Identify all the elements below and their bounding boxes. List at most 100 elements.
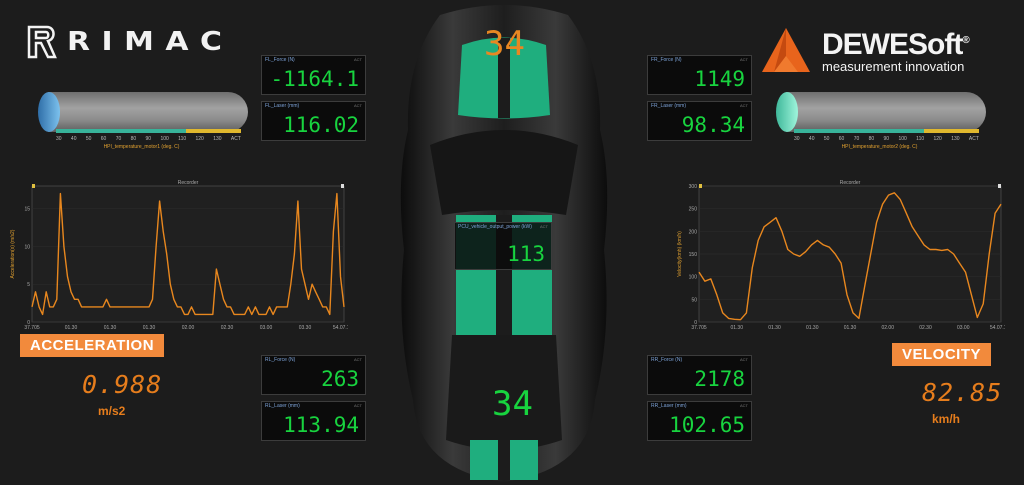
dewesoft-wordmark: DEWESoft [822,28,963,61]
rr-laser-panel: RR_Laser (mm) ACT 102.65 [647,401,752,441]
acceleration-badge: ACCELERATION [20,334,165,357]
x-tick-label: 01.30 [768,325,781,331]
registered-mark: ® [962,35,969,46]
panel-act: ACT [354,57,362,62]
panel-label: RL_Laser (mm) [265,403,300,409]
y-tick-label: 300 [689,184,698,190]
gauge-range-yellow [186,129,241,133]
dewesoft-logo: DEWESoft® measurement innovation [760,26,970,74]
rimac-emblem-icon [27,25,57,59]
panel-label: FL_Force (N) [265,57,295,63]
gauge-range-green [794,129,924,133]
panel-label: RR_Laser (mm) [651,403,687,409]
x-tick-label: 37.705 [24,325,40,331]
y-tick-label: 100 [689,275,698,281]
y-axis-label: Acceleration(x) (m/s2) [10,229,16,278]
gauge-label: HPI_temperature_motor1 (deg. C) [103,144,180,150]
dewesoft-triangle-icon [762,28,810,72]
x-tick-label: 03.00 [260,325,273,331]
x-tick-label: 03.30 [299,325,312,331]
x-tick-label: 54.07.181 [990,325,1005,331]
velocity-unit: km/h [932,412,961,426]
panel-label: RL_Force (N) [265,357,296,363]
x-tick-label: 01.30 [730,325,743,331]
pcu-power-panel: PCU_vehicle_output_power (kW) ACT 113 [454,222,552,270]
velocity-badge: VELOCITY [892,343,992,366]
x-tick-label: 02.00 [881,325,894,331]
motor2-temperature-gauge: 30 40 50 60 70 80 90 100 110 120 130 ACT HPI_temper… [772,92,987,162]
car-number-bottom: 34 [492,384,533,424]
panel-act: ACT [740,403,748,408]
rl-laser-panel: RL_Laser (mm) ACT 113.94 [261,401,366,441]
velocity-chart-svg: RecorderVelocity(kmh) (km/h)050100150200… [677,180,1005,331]
panel-value: 263 [321,367,359,391]
x-tick-label: 01.30 [844,325,857,331]
x-tick-label: 01.30 [143,325,156,331]
rimac-logo: RIMAC [25,24,222,60]
gauge-fill-cap [38,92,60,132]
cursor-marker-left [699,184,702,188]
panel-act: ACT [740,103,748,108]
y-axis-label: Velocity(kmh) (km/h) [677,231,683,277]
panel-act: ACT [540,224,548,229]
chart-title: Recorder [840,180,861,186]
cursor-marker-left [32,184,35,188]
panel-value: 102.65 [669,413,745,437]
panel-label: RR_Force (N) [651,357,683,363]
gauge-ticks: 30 40 50 60 70 80 90 100 110 120 130 ACT [56,136,241,142]
panel-value: 116.02 [283,113,359,137]
panel-act: ACT [354,357,362,362]
y-tick-label: 150 [689,252,698,258]
x-tick-label: 01.30 [104,325,117,331]
panel-value: 113 [507,242,545,266]
y-tick-label: 50 [691,297,697,303]
acceleration-value: 0.988 [82,370,163,399]
cursor-marker-right [341,184,344,188]
chart-title: Recorder [178,180,199,186]
x-tick-label: 01.30 [65,325,78,331]
dewesoft-tagline: measurement innovation [822,59,965,74]
car-number-top: 34 [484,24,525,64]
gauge-ticks: 30 40 50 60 70 80 90 100 110 120 130 ACT [794,136,979,142]
x-tick-label: 54.07.181 [333,325,348,331]
rimac-wordmark: RIMAC [67,27,234,57]
panel-label: PCU_vehicle_output_power (kW) [458,224,532,230]
panel-label: FL_Laser (mm) [265,103,300,109]
acceleration-chart-svg: RecorderAcceleration(x) (m/s2)05101537.7… [10,180,348,331]
panel-value: -1164.1 [270,67,359,91]
panel-value: 2178 [694,367,745,391]
fr-laser-panel: FR_Laser (mm) ACT 98.34 [647,101,752,141]
panel-value: 113.94 [283,413,359,437]
x-tick-label: 01.30 [806,325,819,331]
cursor-marker-right [998,184,1001,188]
panel-value: 98.34 [681,113,745,137]
velocity-recorder-chart[interactable]: Recorder Velocity(kmh) (km/h) 0 50 100 150 200… [675,178,1005,336]
fl-force-panel: FL_Force (N) ACT -1164.1 [261,55,366,95]
panel-act: ACT [740,57,748,62]
rr-force-panel: RR_Force (N) ACT 2178 [647,355,752,395]
gauge-label: HPI_temperature_motor2 (deg. C) [841,144,918,150]
gauge-fill-cap [776,92,798,132]
panel-label: FR_Force (N) [651,57,682,63]
x-tick-label: 37.705 [691,325,707,331]
fr-force-panel: FR_Force (N) ACT 1149 [647,55,752,95]
panel-act: ACT [740,357,748,362]
gauge-cylinder [786,92,986,132]
y-tick-label: 200 [689,229,698,235]
x-tick-label: 02.00 [182,325,195,331]
gauge-range-green [56,129,186,133]
y-tick-label: 250 [689,207,698,213]
panel-act: ACT [354,403,362,408]
motor1-temperature-gauge: 30 40 50 60 70 80 90 100 110 120 130 ACT HPI_temper… [34,92,249,162]
panel-label: FR_Laser (mm) [651,103,687,109]
fl-laser-panel: FL_Laser (mm) ACT 116.02 [261,101,366,141]
rl-force-panel: RL_Force (N) ACT 263 [261,355,366,395]
x-tick-label: 03.00 [957,325,970,331]
x-tick-label: 02.30 [221,325,234,331]
acceleration-unit: m/s2 [98,404,126,418]
gauge-range-yellow [924,129,979,133]
y-tick-label: 10 [24,244,30,250]
panel-act: ACT [354,103,362,108]
x-tick-label: 02.30 [919,325,932,331]
acceleration-recorder-chart[interactable]: Recorder Acceleration(x) (m/s2) 0 5 10 15 37.7… [8,178,348,336]
